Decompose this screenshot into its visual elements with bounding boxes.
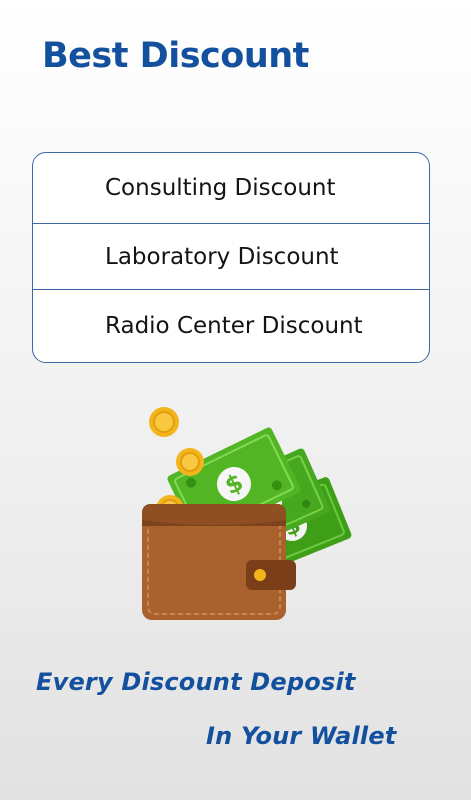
menu-item-radio-center-discount[interactable]: Radio Center Discount (33, 289, 429, 361)
wallet-icon (142, 504, 296, 620)
menu-item-laboratory-discount[interactable]: Laboratory Discount (33, 223, 429, 289)
coin-icon (149, 407, 179, 437)
page-title: Best Discount (42, 36, 309, 76)
wallet-with-money-icon: $ $ $ (142, 407, 352, 620)
tagline-line-2: In Your Wallet (206, 722, 397, 750)
menu-item-consulting-discount[interactable]: Consulting Discount (33, 153, 429, 223)
tagline-line-1: Every Discount Deposit (36, 668, 356, 696)
discount-menu: Consulting Discount Laboratory Discount … (32, 152, 430, 363)
coin-icon (176, 448, 204, 476)
